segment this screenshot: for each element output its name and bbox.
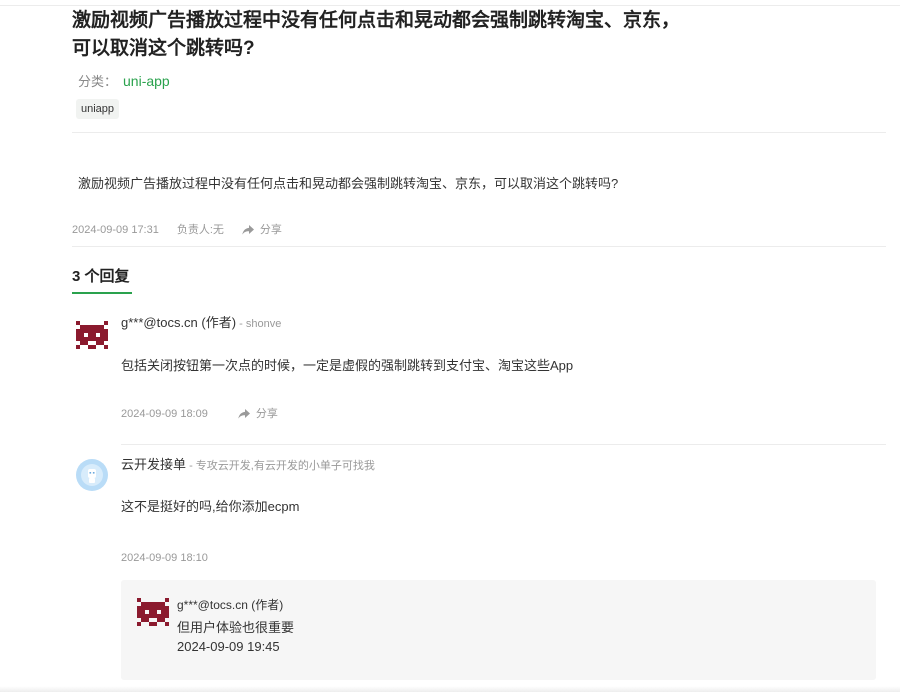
reply-date: 2024-09-09 18:10 [121,552,208,564]
category-row: 分类： uni-app [72,71,886,91]
question-title: 激励视频广告播放过程中没有任何点击和晃动都会强制跳转淘宝、京东， 可以取消这个跳… [72,7,886,63]
tag-uniapp[interactable]: uniapp [76,99,120,119]
reply-author[interactable]: 云开发接单 [121,457,186,472]
nested-reply-author[interactable]: g***@tocs.cn (作者) [177,596,283,613]
reply-author-row: 云开发接单 - 专攻云开发,有云开发的小单子可找我 [121,455,886,475]
share-label: 分享 [255,408,278,420]
reply-item: g***@tocs.cn (作者) - shonve 包括关闭按钮第一次点的时候… [72,313,886,422]
share-button[interactable]: 分享 [238,406,278,422]
category-link[interactable]: uni-app [123,73,170,89]
question-owner: 负责人:无 [176,224,224,236]
reply-author-sep: - [236,318,246,330]
title-line-1: 激励视频广告播放过程中没有任何点击和晃动都会强制跳转淘宝、京东， [72,10,681,31]
replies-count-title: 3 个回复 [72,268,130,285]
replies-title-underline [72,292,132,294]
share-icon [238,409,250,419]
nested-reply-date: 2024-09-09 19:45 [177,639,280,654]
reply-text: 包括关闭按钮第一次点的时候，一定是虚假的强制跳转到支付宝、淘宝这些App [121,358,574,373]
divider [121,444,886,445]
reply-meta: 2024-09-09 18:10 [121,550,886,566]
title-line-2: 可以取消这个跳转吗? [72,38,255,59]
reply-author-row: g***@tocs.cn (作者) - shonve [121,313,886,333]
question-body: 激励视频广告播放过程中没有任何点击和晃动都会强制跳转淘宝、京东，可以取消这个跳转… [78,176,619,191]
divider [72,132,886,133]
category-label: 分类： [78,74,118,89]
reply-author-signature: 专攻云开发,有云开发的小单子可找我 [195,460,375,472]
avatar-pixel-invader-icon[interactable] [76,321,108,353]
reply-author-signature: shonve [245,318,282,330]
nested-reply-text: 但用户体验也很重要 [177,620,295,635]
reply-item: 云开发接单 - 专攻云开发,有云开发的小单子可找我 这不是挺好的吗,给你添加ec… [72,455,886,680]
avatar-bot-icon[interactable] [76,459,108,491]
reply-text: 这不是挺好的吗,给你添加ecpm [121,499,300,514]
reply-meta: 2024-09-09 18:09 分享 [121,406,886,422]
share-label: 分享 [259,224,282,236]
divider [72,246,886,247]
reply-author[interactable]: g***@tocs.cn (作者) [121,315,236,330]
question-container: 激励视频广告播放过程中没有任何点击和晃动都会强制跳转淘宝、京东， 可以取消这个跳… [72,6,886,680]
nested-reply: g***@tocs.cn (作者) 但用户体验也很重要 2024-09-09 1… [121,580,876,680]
reply-date: 2024-09-09 18:09 [121,408,208,420]
bottom-edge [0,686,900,692]
share-button[interactable]: 分享 [242,222,282,238]
reply-author-sep: - [186,460,196,472]
share-icon [242,225,254,235]
question-meta: 2024-09-09 17:31 负责人:无 分享 [72,222,886,238]
avatar-pixel-invader-icon[interactable] [137,598,169,630]
question-date: 2024-09-09 17:31 [72,224,159,236]
